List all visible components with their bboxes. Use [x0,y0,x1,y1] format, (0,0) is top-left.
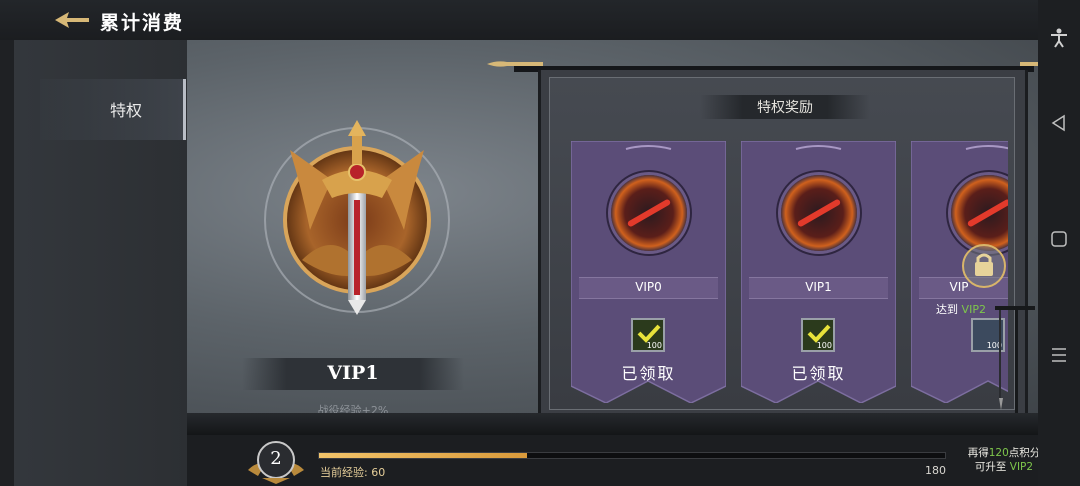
reward-item-slot[interactable]: 100 [631,318,665,352]
nav-menu-icon[interactable] [1049,345,1069,365]
sidebar: 特权 [0,40,187,486]
tab-privilege[interactable]: 特权 [40,79,186,140]
exp-progress-fill [319,453,528,458]
reward-card[interactable]: VIP1 100 已领取 [741,141,896,403]
nav-home-icon[interactable] [1049,229,1069,249]
reward-item-slot[interactable]: 100 [801,318,835,352]
hint-prefix2: 可升至 [974,461,1007,473]
lamp-stand-icon [985,306,1037,418]
card-vip-label: VIP1 [805,280,832,294]
hint-target: VIP2 [1009,461,1034,473]
sidebar-edge [0,40,14,486]
vip-sword-emblem-icon [264,120,450,315]
reach-target: VIP2 [961,303,986,316]
exp-progress-bar [318,452,946,459]
reward-sword-icon [611,175,687,251]
lock-chest-icon [975,253,993,276]
hint-points: 120 [988,447,1009,459]
max-exp-text: 180 [925,464,946,477]
reach-prefix: 达到 [936,303,959,316]
nav-back-icon[interactable] [1049,113,1069,133]
bottom-shelf [187,413,1038,435]
back-arrow-icon[interactable] [55,12,89,28]
reward-card[interactable]: VIP0 100 已领取 [571,141,726,403]
reward-sword-icon [781,175,857,251]
level-number: 2 [270,448,282,469]
hint-suffix: 点积分 [1008,447,1041,459]
page-title: 累计消费 [100,12,185,34]
item-count: 100 [646,341,662,350]
system-nav-bar [1038,0,1080,486]
tab-privilege-label: 特权 [110,101,143,120]
reward-cards-list[interactable]: VIP0 100 已领取 VIP1 100 已领取 VIP 达到 VIP2 10… [560,130,1008,410]
current-exp-text: 当前经验: 60 [320,466,386,479]
accessibility-icon[interactable] [1049,28,1069,48]
claimed-status: 已领取 [791,364,846,383]
bottom-bar [187,435,1038,486]
card-vip-label: VIP0 [635,280,662,294]
top-header: 累计消费 [0,0,1038,40]
check-icon [807,324,831,343]
hint-prefix: 再得 [967,447,989,459]
floating-chest-button[interactable] [962,244,1006,288]
rewards-panel-title: 特权奖励 [757,100,813,116]
check-icon [637,324,661,343]
item-count: 100 [816,341,832,350]
vip-level-title: VIP1 [327,362,379,384]
claimed-status: 已领取 [621,364,676,383]
